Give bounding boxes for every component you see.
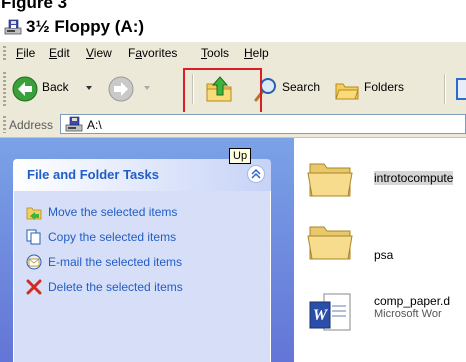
chevron-up-icon [251,169,261,179]
word-document-icon: W [309,293,351,331]
back-label: Back [42,80,69,94]
task-label: Copy the selected items [48,230,177,244]
task-label: Delete the selected items [48,280,183,294]
toolbar-separator [444,74,446,104]
floppy-drive-icon [4,19,22,35]
tasks-pane: File and Folder Tasks Move the selected … [0,138,294,362]
back-button[interactable]: Back [12,74,100,104]
up-tooltip: Up [229,148,252,164]
window-title: 3½ Floppy (A:) [26,17,145,36]
address-label: Address [9,118,54,132]
collapse-button[interactable] [247,165,265,183]
address-field[interactable]: A:\ [60,114,466,134]
menu-view[interactable]: View [86,46,112,60]
menu-grip [3,46,6,62]
menu-bar: File Edit View Favorites Tools Help [0,41,466,67]
search-label: Search [282,80,321,94]
toolbar-grip [3,72,6,106]
back-arrow-icon [12,76,38,102]
forward-dropdown-icon[interactable] [144,86,150,90]
file-item-folder[interactable]: psa [294,221,466,271]
address-grip [3,116,6,133]
file-name: introtocompute [374,171,454,185]
menu-file[interactable]: File [16,46,35,60]
file-name: comp_paper.d [374,294,451,308]
menu-favorites[interactable]: Favorites [128,46,177,60]
file-name: psa [374,248,394,262]
search-button[interactable]: Search [252,74,338,104]
figure-label: Figure 3 [1,0,68,12]
menu-edit[interactable]: Edit [49,46,70,60]
file-item-folder[interactable]: introtocompute [294,158,466,208]
file-type: Microsoft Wor [374,308,442,320]
forward-button[interactable] [108,74,168,104]
forward-arrow-icon [108,76,134,102]
file-list: introtocompute psa W comp_paper.d Micros… [294,138,466,362]
folders-label: Folders [364,80,405,94]
task-label: Move the selected items [48,205,178,219]
move-folder-icon [26,207,42,220]
address-value: A:\ [87,118,102,132]
menu-help[interactable]: Help [244,46,269,60]
title-bar: 3½ Floppy (A:) [0,14,466,41]
copy-document-icon [26,229,41,245]
views-icon[interactable] [456,78,466,100]
tasks-panel-body: Move the selected items Copy the selecte… [13,191,271,362]
svg-text:W: W [313,307,329,324]
task-label: E-mail the selected items [48,255,183,269]
explorer-window: 3½ Floppy (A:) File Edit View Favorites … [0,14,466,362]
folders-button[interactable]: Folders [334,74,420,104]
address-bar: Address A:\ [0,112,466,138]
menu-tools[interactable]: Tools [201,46,229,60]
back-dropdown-icon[interactable] [86,86,92,90]
tasks-panel-title: File and Folder Tasks [27,167,159,182]
floppy-drive-icon [65,116,83,132]
folder-icon [307,226,353,260]
email-icon [26,254,42,270]
file-item-document[interactable]: W comp_paper.d Microsoft Wor [294,284,466,340]
folder-icon [307,163,353,197]
folders-icon [335,83,359,100]
delete-x-icon [26,279,42,295]
